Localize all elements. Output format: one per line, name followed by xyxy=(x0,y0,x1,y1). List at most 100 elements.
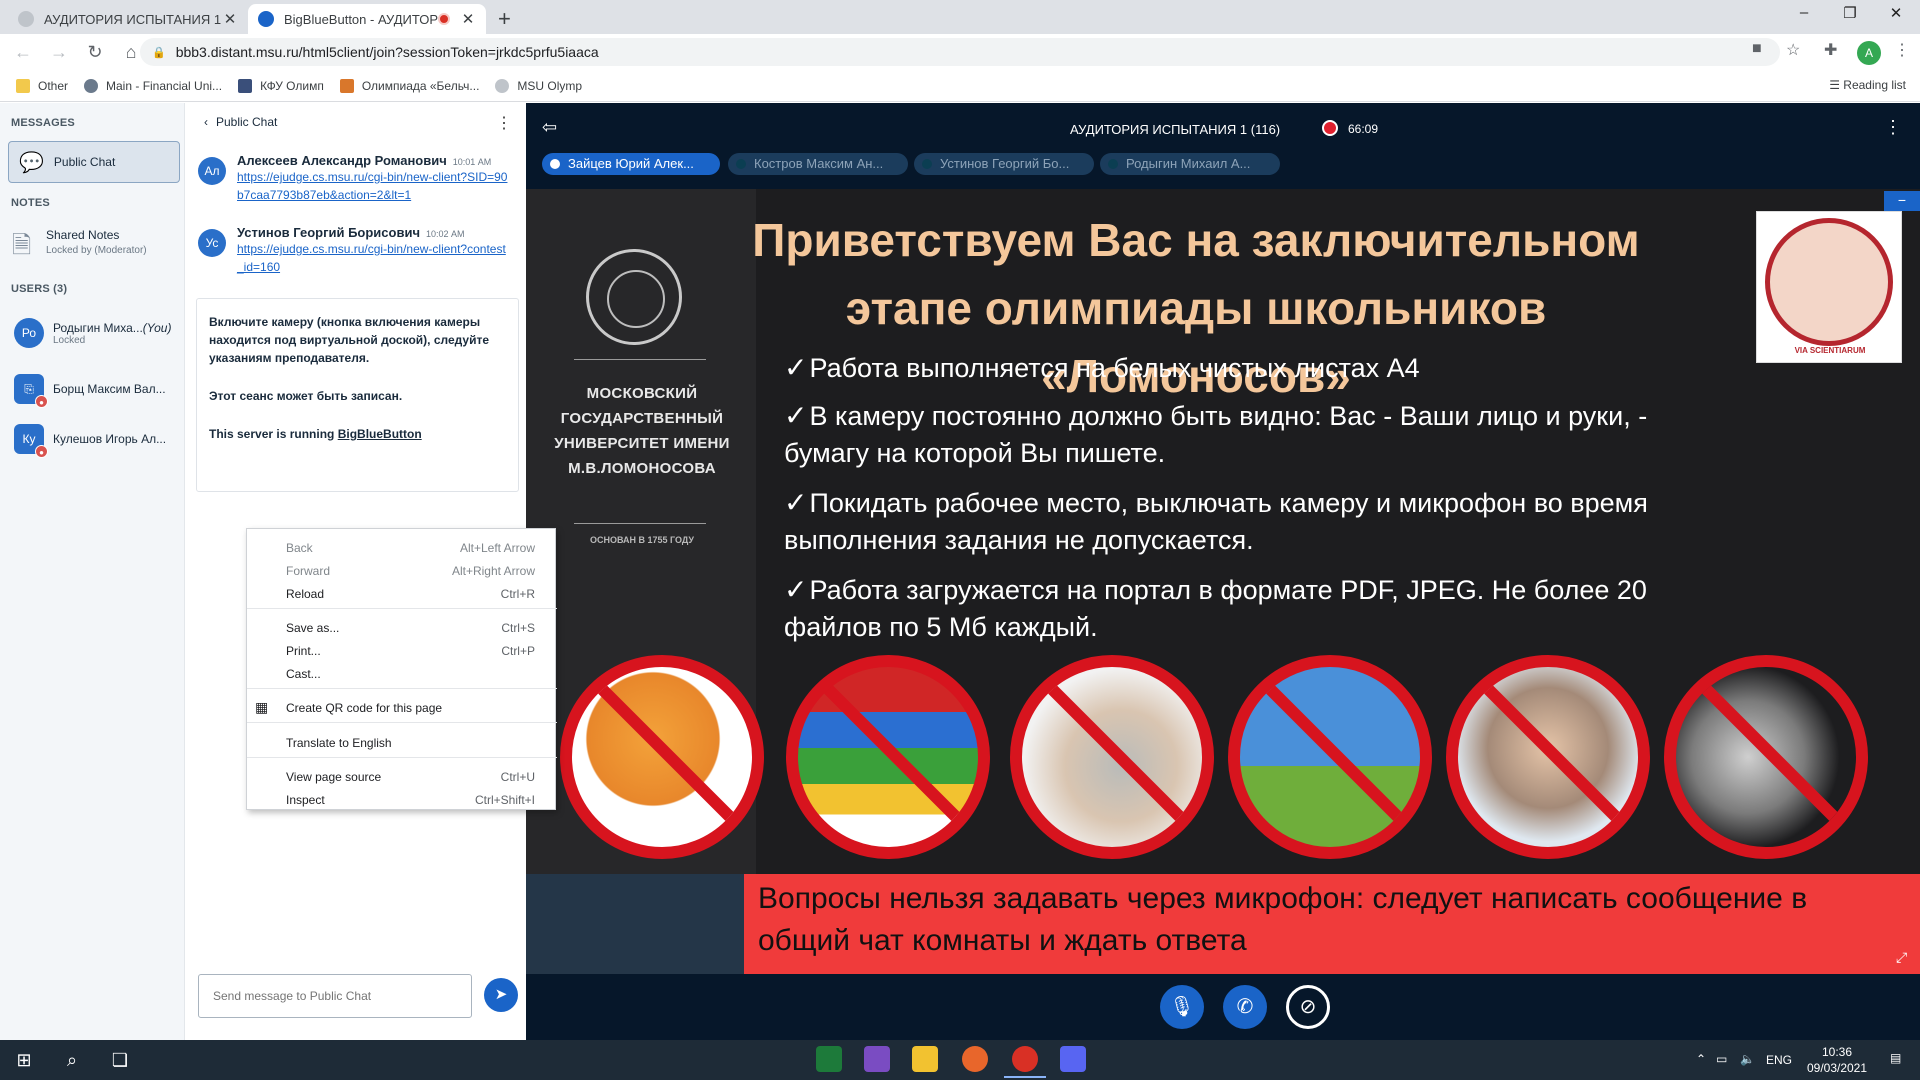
bookmark-financial-uni[interactable]: Main - Financial Uni... xyxy=(84,78,222,93)
lomonosov-portrait xyxy=(1765,218,1893,346)
menu-item-forward[interactable]: Forward Alt+Right Arrow xyxy=(247,559,557,582)
reload-icon[interactable]: ↻ xyxy=(82,42,108,63)
action-bar: 🎙 ✆ ⊘ xyxy=(526,974,1920,1040)
talking-indicator[interactable]: Родыгин Михаил А... xyxy=(1100,153,1280,175)
menu-item-cast[interactable]: Cast... xyxy=(247,662,557,685)
menu-item-inspect[interactable]: Inspect Ctrl+Shift+I xyxy=(247,788,557,811)
forward-arrow-icon[interactable]: → xyxy=(46,42,72,63)
menu-label: Forward xyxy=(286,563,331,578)
clock-time: 10:36 xyxy=(1821,1045,1853,1059)
menu-item-back[interactable]: Back Alt+Left Arrow xyxy=(247,536,557,559)
check-icon: ✓ xyxy=(784,400,808,431)
pycharm-icon[interactable] xyxy=(816,1046,842,1072)
menu-separator xyxy=(247,757,557,758)
document-icon: 🗎 xyxy=(12,232,32,259)
tab-bigbluebutton[interactable]: BigBlueButton - АУДИТОРИ ✕ xyxy=(248,4,486,34)
user-name: Родыгин Миха... xyxy=(53,320,143,335)
send-message-button[interactable]: ➤ xyxy=(484,978,518,1012)
network-icon[interactable]: ▭ xyxy=(1716,1052,1727,1066)
presentation-slide[interactable]: МОСКОВСКИЙ ГОСУДАРСТВЕННЫЙ УНИВЕРСИТЕТ И… xyxy=(526,189,1920,974)
mic-icon xyxy=(1108,159,1118,169)
profile-avatar[interactable]: A xyxy=(1857,41,1881,65)
discord-icon[interactable] xyxy=(1060,1046,1086,1072)
language-indicator[interactable]: ENG xyxy=(1766,1053,1792,1067)
bookmark-kfu[interactable]: КФУ Олимп xyxy=(238,78,324,93)
rule-item: ✓Покидать рабочее место, выключать камер… xyxy=(784,484,1704,559)
talking-indicator[interactable]: Костров Максим Ан... xyxy=(728,153,908,175)
leave-audio-button[interactable]: ✆ xyxy=(1223,985,1267,1029)
user-item[interactable]: Ку ● Кулешов Игорь Ал... xyxy=(14,419,184,459)
visual-studio-icon[interactable] xyxy=(864,1046,890,1072)
menu-item-qr-code[interactable]: ▦ Create QR code for this page xyxy=(247,696,557,719)
bbb-link[interactable]: BigBlueButton xyxy=(338,427,422,441)
clock-date: 09/03/2021 xyxy=(1806,1061,1868,1075)
clock[interactable]: 10:36 09/03/2021 xyxy=(1802,1044,1872,1076)
close-window-button[interactable]: ✕ xyxy=(1876,4,1916,22)
globe-icon xyxy=(495,78,510,93)
bookmark-star-icon[interactable]: ☆ xyxy=(1786,40,1800,60)
check-icon: ✓ xyxy=(784,487,808,518)
bookmark-msu-olymp[interactable]: MSU Olymp xyxy=(495,78,582,93)
address-bar[interactable]: 🔒 bbb3.distant.msu.ru/html5client/join?s… xyxy=(140,38,1780,66)
microphone-button[interactable]: 🎙 xyxy=(1160,985,1204,1029)
tab-auditorium[interactable]: АУДИТОРИЯ ИСПЫТАНИЯ 1 ✕ xyxy=(8,4,248,34)
divider xyxy=(574,359,706,360)
talking-indicator[interactable]: Зайцев Юрий Алек... xyxy=(542,153,720,175)
minimize-window-button[interactable]: – xyxy=(1784,4,1824,21)
mic-icon xyxy=(922,159,932,169)
user-status: Locked xyxy=(53,334,86,346)
menu-label: Back xyxy=(286,540,313,555)
meeting-navbar: ⇦ АУДИТОРИЯ ИСПЫТАНИЯ 1 (116) 66:09 ⋮ За… xyxy=(526,103,1920,189)
windows-start-icon[interactable]: ⊞ xyxy=(12,1048,36,1072)
menu-shortcut: Ctrl+U xyxy=(500,769,535,784)
talker-name: Зайцев Юрий Алек... xyxy=(568,156,694,171)
minimize-presentation-button[interactable]: − xyxy=(1884,191,1920,211)
bookmarks-bar: Other Main - Financial Uni... КФУ Олимп … xyxy=(0,70,1920,102)
menu-shortcut: Ctrl+Shift+I xyxy=(474,792,535,807)
shared-notes-label: Shared Notes xyxy=(46,228,120,242)
meeting-title: АУДИТОРИЯ ИСПЫТАНИЯ 1 (116) xyxy=(1070,122,1281,137)
fullscreen-icon[interactable]: ⤢ xyxy=(1896,949,1916,969)
close-tab-icon[interactable]: ✕ xyxy=(460,10,476,28)
menu-item-save-as[interactable]: Save as... Ctrl+S xyxy=(247,616,557,639)
bookmark-other[interactable]: Other xyxy=(16,78,68,93)
user-item[interactable]: ⎘ ● Борщ Максим Вал... xyxy=(14,369,184,409)
message-link[interactable]: https://ejudge.cs.msu.ru/cgi-bin/new-cli… xyxy=(237,240,509,276)
chat-message-input[interactable] xyxy=(198,974,472,1018)
message-link[interactable]: https://ejudge.cs.msu.ru/cgi-bin/new-cli… xyxy=(237,168,509,204)
share-webcam-button[interactable]: ⊘ xyxy=(1286,985,1330,1029)
close-tab-icon[interactable]: ✕ xyxy=(222,10,238,28)
camera-in-use-icon[interactable]: ■ xyxy=(1752,40,1762,58)
chrome-menu-icon[interactable]: ⋮ xyxy=(1894,40,1910,60)
chat-options-icon[interactable]: ⋮ xyxy=(496,113,512,133)
back-arrow-icon[interactable]: ← xyxy=(10,42,36,63)
check-icon: ✓ xyxy=(784,574,808,605)
menu-item-reload[interactable]: Reload Ctrl+R xyxy=(247,582,557,605)
reading-list-button[interactable]: ☰ Reading list xyxy=(1829,78,1906,92)
menu-item-view-source[interactable]: View page source Ctrl+U xyxy=(247,765,557,788)
notifications-icon[interactable]: ▤ xyxy=(1890,1051,1901,1065)
new-tab-button[interactable]: + xyxy=(498,6,511,32)
bookmark-olympiad[interactable]: Олимпиада «Бельч... xyxy=(339,78,479,93)
menu-item-print[interactable]: Print... Ctrl+P xyxy=(247,639,557,662)
options-menu-icon[interactable]: ⋮ xyxy=(1884,117,1902,138)
recording-indicator-icon[interactable] xyxy=(1322,120,1338,136)
extensions-icon[interactable]: ✚ xyxy=(1824,40,1837,60)
user-item[interactable]: Ро Родыгин Миха...(You) Locked xyxy=(14,313,184,353)
talking-indicator[interactable]: Устинов Георгий Бо... xyxy=(914,153,1094,175)
chevron-up-icon[interactable]: ⌃ xyxy=(1696,1052,1706,1066)
firefox-icon[interactable] xyxy=(962,1046,988,1072)
avatar: ⎘ ● xyxy=(14,374,48,408)
user-list-toggle-icon[interactable]: ⇦ xyxy=(542,117,557,138)
file-explorer-icon[interactable] xyxy=(912,1046,938,1072)
menu-shortcut: Ctrl+P xyxy=(501,643,535,658)
chrome-icon[interactable] xyxy=(1004,1046,1046,1078)
public-chat-item[interactable]: 💬 Public Chat xyxy=(8,141,180,183)
menu-item-translate[interactable]: Translate to English xyxy=(247,731,557,754)
task-view-icon[interactable]: ❏ xyxy=(108,1048,132,1072)
volume-icon[interactable]: 🔈 xyxy=(1740,1052,1755,1066)
chat-header[interactable]: ‹ Public Chat xyxy=(204,115,277,129)
search-icon[interactable]: ⌕ xyxy=(60,1048,84,1072)
restore-window-button[interactable]: ❐ xyxy=(1830,4,1870,22)
shared-notes-item[interactable]: 🗎 Shared Notes Locked by (Moderator) xyxy=(12,228,182,268)
